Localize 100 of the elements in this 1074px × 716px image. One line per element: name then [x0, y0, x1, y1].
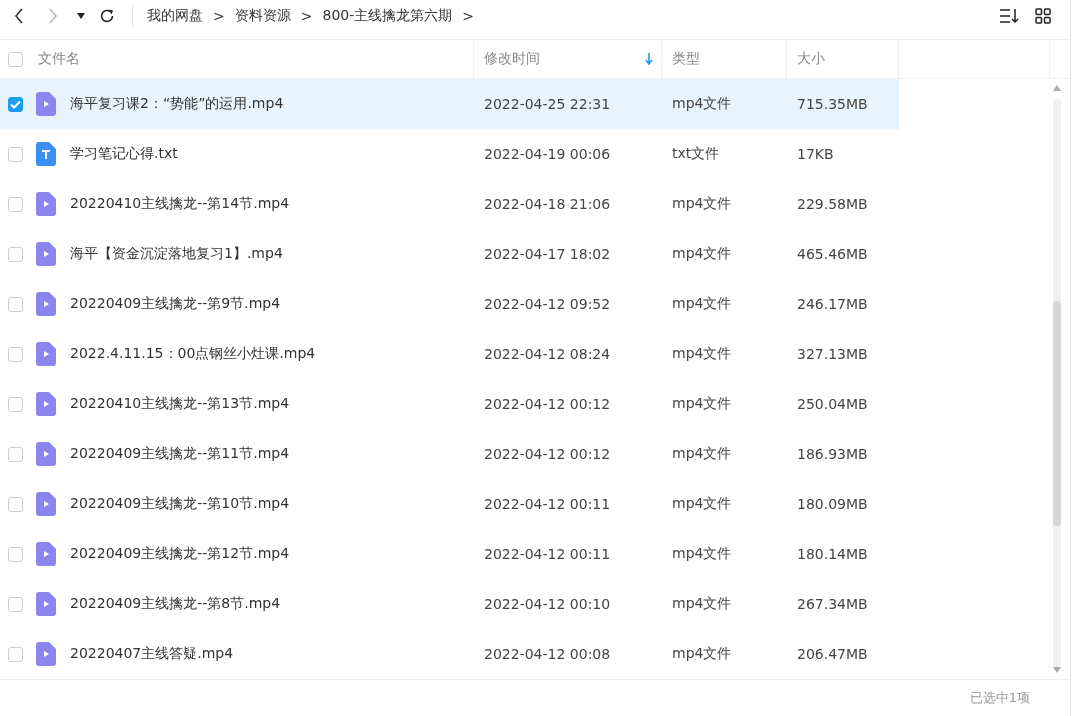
video-file-icon: [36, 542, 56, 566]
video-file-icon: [36, 342, 56, 366]
sort-arrow-icon: [645, 53, 653, 65]
file-name: 20220407主线答疑.mp4: [70, 645, 234, 663]
file-row[interactable]: 学习笔记心得.txt 2022-04-19 00:06 txt文件 17KB: [0, 129, 1050, 179]
file-name: 20220409主线擒龙--第8节.mp4: [70, 595, 281, 613]
file-size: 465.46MB: [797, 246, 868, 262]
row-checkbox[interactable]: [7, 296, 23, 312]
file-name: 20220409主线擒龙--第12节.mp4: [70, 545, 290, 563]
column-header[interactable]: 修改时间: [484, 50, 540, 68]
file-row[interactable]: 2022.4.11.15：00点钢丝小灶课.mp4 2022-04-12 08:24 mp4文件 327.13MB: [0, 329, 1050, 379]
row-checkbox[interactable]: [7, 646, 23, 662]
column-header[interactable]: 文件名: [38, 50, 80, 68]
file-row[interactable]: 20220409主线擒龙--第8节.mp4 2022-04-12 00:10 mp4文件 267.34MB: [0, 579, 1050, 629]
file-type: mp4文件: [672, 445, 732, 461]
text-file-icon: [36, 142, 56, 166]
modified-time: 2022-04-18 21:06: [484, 196, 611, 212]
video-file-icon: [36, 392, 56, 416]
back-icon[interactable]: [14, 8, 24, 24]
file-row[interactable]: 海平复习课2：“势能”的运用.mp4 2022-04-25 22:31 mp4文件 715.35MB: [0, 79, 899, 129]
file-type: mp4文件: [672, 195, 732, 211]
file-row[interactable]: 20220407主线答疑.mp4 2022-04-12 00:08 mp4文件 206.47MB: [0, 629, 1050, 679]
selection-status: 已选中1项: [969, 689, 1030, 707]
modified-time: 2022-04-12 00:11: [484, 546, 611, 562]
row-checkbox[interactable]: [7, 146, 23, 162]
row-checkbox[interactable]: [7, 496, 23, 512]
file-row[interactable]: 20220409主线擒龙--第9节.mp4 2022-04-12 09:52 mp4文件 246.17MB: [0, 279, 1050, 329]
modified-time: 2022-04-12 00:12: [484, 396, 611, 412]
breadcrumb-link[interactable]: 800-主线擒龙第六期: [322, 7, 453, 25]
row-checkbox[interactable]: [7, 546, 23, 562]
video-file-icon: [36, 92, 56, 116]
file-row[interactable]: 海平【资金沉淀落地复习1】.mp4 2022-04-17 18:02 mp4文件 465.46MB: [0, 229, 1050, 279]
file-type: mp4文件: [672, 345, 732, 361]
modified-time: 2022-04-12 00:08: [484, 646, 611, 662]
file-type: mp4文件: [672, 395, 732, 411]
video-file-icon: [36, 192, 56, 216]
modified-time: 2022-04-25 22:31: [484, 96, 611, 112]
file-size: 229.58MB: [797, 196, 868, 212]
refresh-icon[interactable]: [99, 8, 115, 24]
video-file-icon: [36, 292, 56, 316]
forward-icon[interactable]: [48, 8, 58, 24]
breadcrumb-separator: >: [213, 8, 225, 24]
modified-time: 2022-04-12 08:24: [484, 346, 611, 362]
file-name: 20220410主线擒龙--第14节.mp4: [70, 195, 290, 213]
file-type: mp4文件: [672, 545, 732, 561]
modified-time: 2022-04-12 09:52: [484, 296, 611, 312]
file-size: 206.47MB: [797, 646, 868, 662]
file-type: mp4文件: [672, 95, 732, 111]
file-type: mp4文件: [672, 295, 732, 311]
file-type: mp4文件: [672, 645, 732, 661]
file-name: 2022.4.11.15：00点钢丝小灶课.mp4: [70, 345, 316, 363]
breadcrumb-link[interactable]: 我的网盘: [147, 7, 203, 25]
column-header[interactable]: 大小: [797, 50, 825, 68]
file-row[interactable]: 20220410主线擒龙--第13节.mp4 2022-04-12 00:12 mp4文件 250.04MB: [0, 379, 1050, 429]
row-checkbox[interactable]: [7, 346, 23, 362]
row-checkbox[interactable]: [7, 596, 23, 612]
file-name: 学习笔记心得.txt: [70, 145, 178, 163]
file-name: 20220409主线擒龙--第11节.mp4: [70, 445, 290, 463]
breadcrumb-separator: >: [300, 8, 313, 24]
file-type: mp4文件: [672, 245, 732, 261]
row-checkbox[interactable]: [7, 446, 23, 462]
file-size: 180.14MB: [797, 546, 868, 562]
file-name: 20220409主线擒龙--第9节.mp4: [70, 295, 281, 313]
video-file-icon: [36, 242, 56, 266]
file-type: mp4文件: [672, 595, 732, 611]
modified-time: 2022-04-19 00:06: [484, 146, 611, 162]
modified-time: 2022-04-12 00:12: [484, 446, 611, 462]
modified-time: 2022-04-17 18:02: [484, 246, 611, 262]
row-checkbox[interactable]: [7, 396, 23, 412]
file-size: 715.35MB: [797, 96, 868, 112]
dropdown-icon[interactable]: [77, 13, 85, 19]
file-size: 246.17MB: [797, 296, 868, 312]
file-name: 20220410主线擒龙--第13节.mp4: [70, 395, 290, 413]
breadcrumb-link[interactable]: 资料资源: [234, 7, 291, 25]
select-all-checkbox[interactable]: [7, 51, 23, 67]
row-checkbox[interactable]: [7, 96, 23, 112]
file-row[interactable]: 20220409主线擒龙--第10节.mp4 2022-04-12 00:11 mp4文件 180.09MB: [0, 479, 1050, 529]
modified-time: 2022-04-12 00:10: [484, 596, 611, 612]
file-type: mp4文件: [672, 495, 732, 511]
file-name: 20220409主线擒龙--第10节.mp4: [70, 495, 290, 513]
row-checkbox[interactable]: [7, 196, 23, 212]
column-header[interactable]: 类型: [672, 50, 700, 68]
file-name: 海平【资金沉淀落地复习1】.mp4: [70, 245, 283, 263]
modified-time: 2022-04-12 00:11: [484, 496, 611, 512]
file-size: 180.09MB: [797, 496, 868, 512]
file-size: 17KB: [797, 146, 834, 162]
row-checkbox[interactable]: [7, 246, 23, 262]
file-row[interactable]: 20220409主线擒龙--第12节.mp4 2022-04-12 00:11 mp4文件 180.14MB: [0, 529, 1050, 579]
file-size: 327.13MB: [797, 346, 868, 362]
file-size: 267.34MB: [797, 596, 868, 612]
file-type: txt文件: [672, 145, 720, 161]
file-row[interactable]: 20220410主线擒龙--第14节.mp4 2022-04-18 21:06 mp4文件 229.58MB: [0, 179, 1050, 229]
video-file-icon: [36, 492, 56, 516]
file-size: 186.93MB: [797, 446, 868, 462]
video-file-icon: [36, 642, 56, 666]
file-size: 250.04MB: [797, 396, 868, 412]
file-name: 海平复习课2：“势能”的运用.mp4: [70, 95, 284, 113]
video-file-icon: [36, 442, 56, 466]
file-row[interactable]: 20220409主线擒龙--第11节.mp4 2022-04-12 00:12 mp4文件 186.93MB: [0, 429, 1050, 479]
breadcrumb-separator: >: [462, 8, 474, 24]
